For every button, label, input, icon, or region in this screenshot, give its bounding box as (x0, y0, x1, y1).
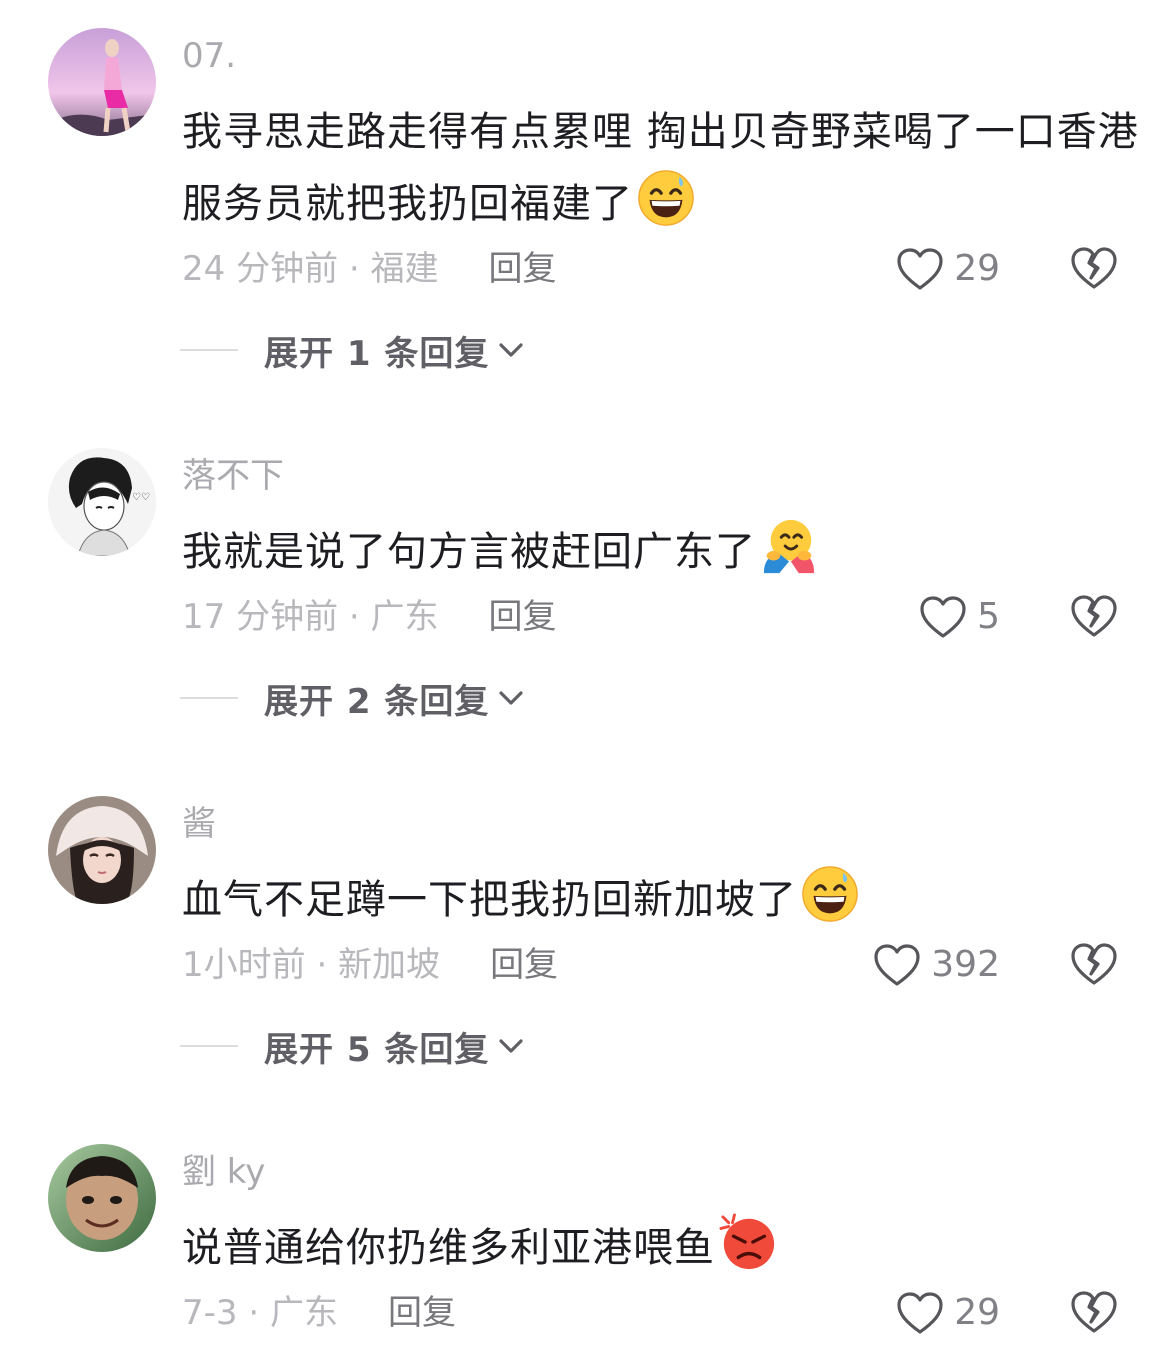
like-button[interactable]: 29 (896, 1288, 1000, 1338)
hugging-face-emoji (760, 517, 818, 575)
chevron-down-icon (497, 340, 525, 360)
like-count: 392 (931, 944, 1000, 985)
avatar[interactable] (48, 1144, 156, 1252)
comment-text-content: 血气不足蹲一下把我扔回新加坡了 (182, 877, 797, 923)
comment-text: 血气不足蹲一下把我扔回新加坡了 (182, 864, 1142, 936)
like-button[interactable]: 392 (873, 940, 1000, 990)
like-count: 29 (954, 248, 1000, 289)
time-location: 24 分钟前 · 福建 (182, 249, 439, 289)
heart-outline-icon (896, 1290, 944, 1336)
expand-replies-button[interactable]: 展开 1 条回复 (180, 325, 525, 375)
dislike-button[interactable] (1070, 244, 1118, 294)
heart-outline-icon (873, 942, 921, 988)
comment-meta: 1小时前 · 新加坡 回复 (182, 940, 558, 990)
username[interactable]: 落不下 (182, 456, 284, 496)
chevron-down-icon (497, 1036, 525, 1056)
avatar[interactable] (48, 28, 156, 136)
like-button[interactable]: 29 (896, 244, 1000, 294)
comment-meta: 24 分钟前 · 福建 回复 (182, 244, 557, 294)
broken-heart-icon (1070, 592, 1118, 640)
reply-button[interactable]: 回复 (489, 249, 557, 289)
broken-heart-icon (1070, 244, 1118, 292)
like-button[interactable]: 5 (919, 592, 1000, 642)
svg-text:♡♡: ♡♡ (132, 492, 150, 503)
grinning-sweat-emoji (801, 865, 859, 923)
comment-text: 我就是说了句方言被赶回广东了 (182, 516, 1142, 588)
avatar[interactable] (48, 796, 156, 904)
time-location: 7-3 · 广东 (182, 1293, 338, 1333)
username[interactable]: 劉 ky (182, 1152, 265, 1192)
reply-button[interactable]: 回复 (490, 945, 558, 985)
like-count: 29 (954, 1292, 1000, 1333)
chevron-down-icon (497, 688, 525, 708)
like-count: 5 (977, 596, 1000, 637)
expand-replies-label: 展开 2 条回复 (264, 681, 490, 722)
broken-heart-icon (1070, 940, 1118, 988)
dislike-button[interactable] (1070, 592, 1118, 642)
time-location: 17 分钟前 · 广东 (182, 597, 439, 637)
comment-text: 我寻思走路走得有点累哩 掏出贝奇野菜喝了一口香港服务员就把我扔回福建了 (182, 96, 1142, 240)
dislike-button[interactable] (1070, 940, 1118, 990)
reply-button[interactable]: 回复 (388, 1293, 456, 1333)
expand-replies-label: 展开 5 条回复 (264, 1029, 490, 1070)
username[interactable]: 07. (182, 36, 236, 76)
avatar[interactable]: ♡♡ (48, 448, 156, 556)
time-location: 1小时前 · 新加坡 (182, 945, 441, 985)
comment-text: 说普通给你扔维多利亚港喂鱼 (182, 1212, 1142, 1284)
expand-replies-label: 展开 1 条回复 (264, 333, 490, 374)
comment-text-content: 说普通给你扔维多利亚港喂鱼 (182, 1225, 715, 1271)
heart-outline-icon (896, 246, 944, 292)
comment-meta: 7-3 · 广东 回复 (182, 1288, 456, 1338)
divider-line (180, 349, 238, 351)
heart-outline-icon (919, 594, 967, 640)
broken-heart-icon (1070, 1288, 1118, 1336)
dislike-button[interactable] (1070, 1288, 1118, 1338)
username[interactable]: 酱 (182, 804, 216, 844)
expand-replies-button[interactable]: 展开 5 条回复 (180, 1021, 525, 1071)
comment-meta: 17 分钟前 · 广东 回复 (182, 592, 557, 642)
comment-text-content: 我就是说了句方言被赶回广东了 (182, 529, 756, 575)
divider-line (180, 1045, 238, 1047)
angry-face-emoji (719, 1213, 777, 1271)
reply-button[interactable]: 回复 (489, 597, 557, 637)
divider-line (180, 697, 238, 699)
expand-replies-button[interactable]: 展开 2 条回复 (180, 673, 525, 723)
grinning-sweat-emoji (637, 169, 695, 227)
